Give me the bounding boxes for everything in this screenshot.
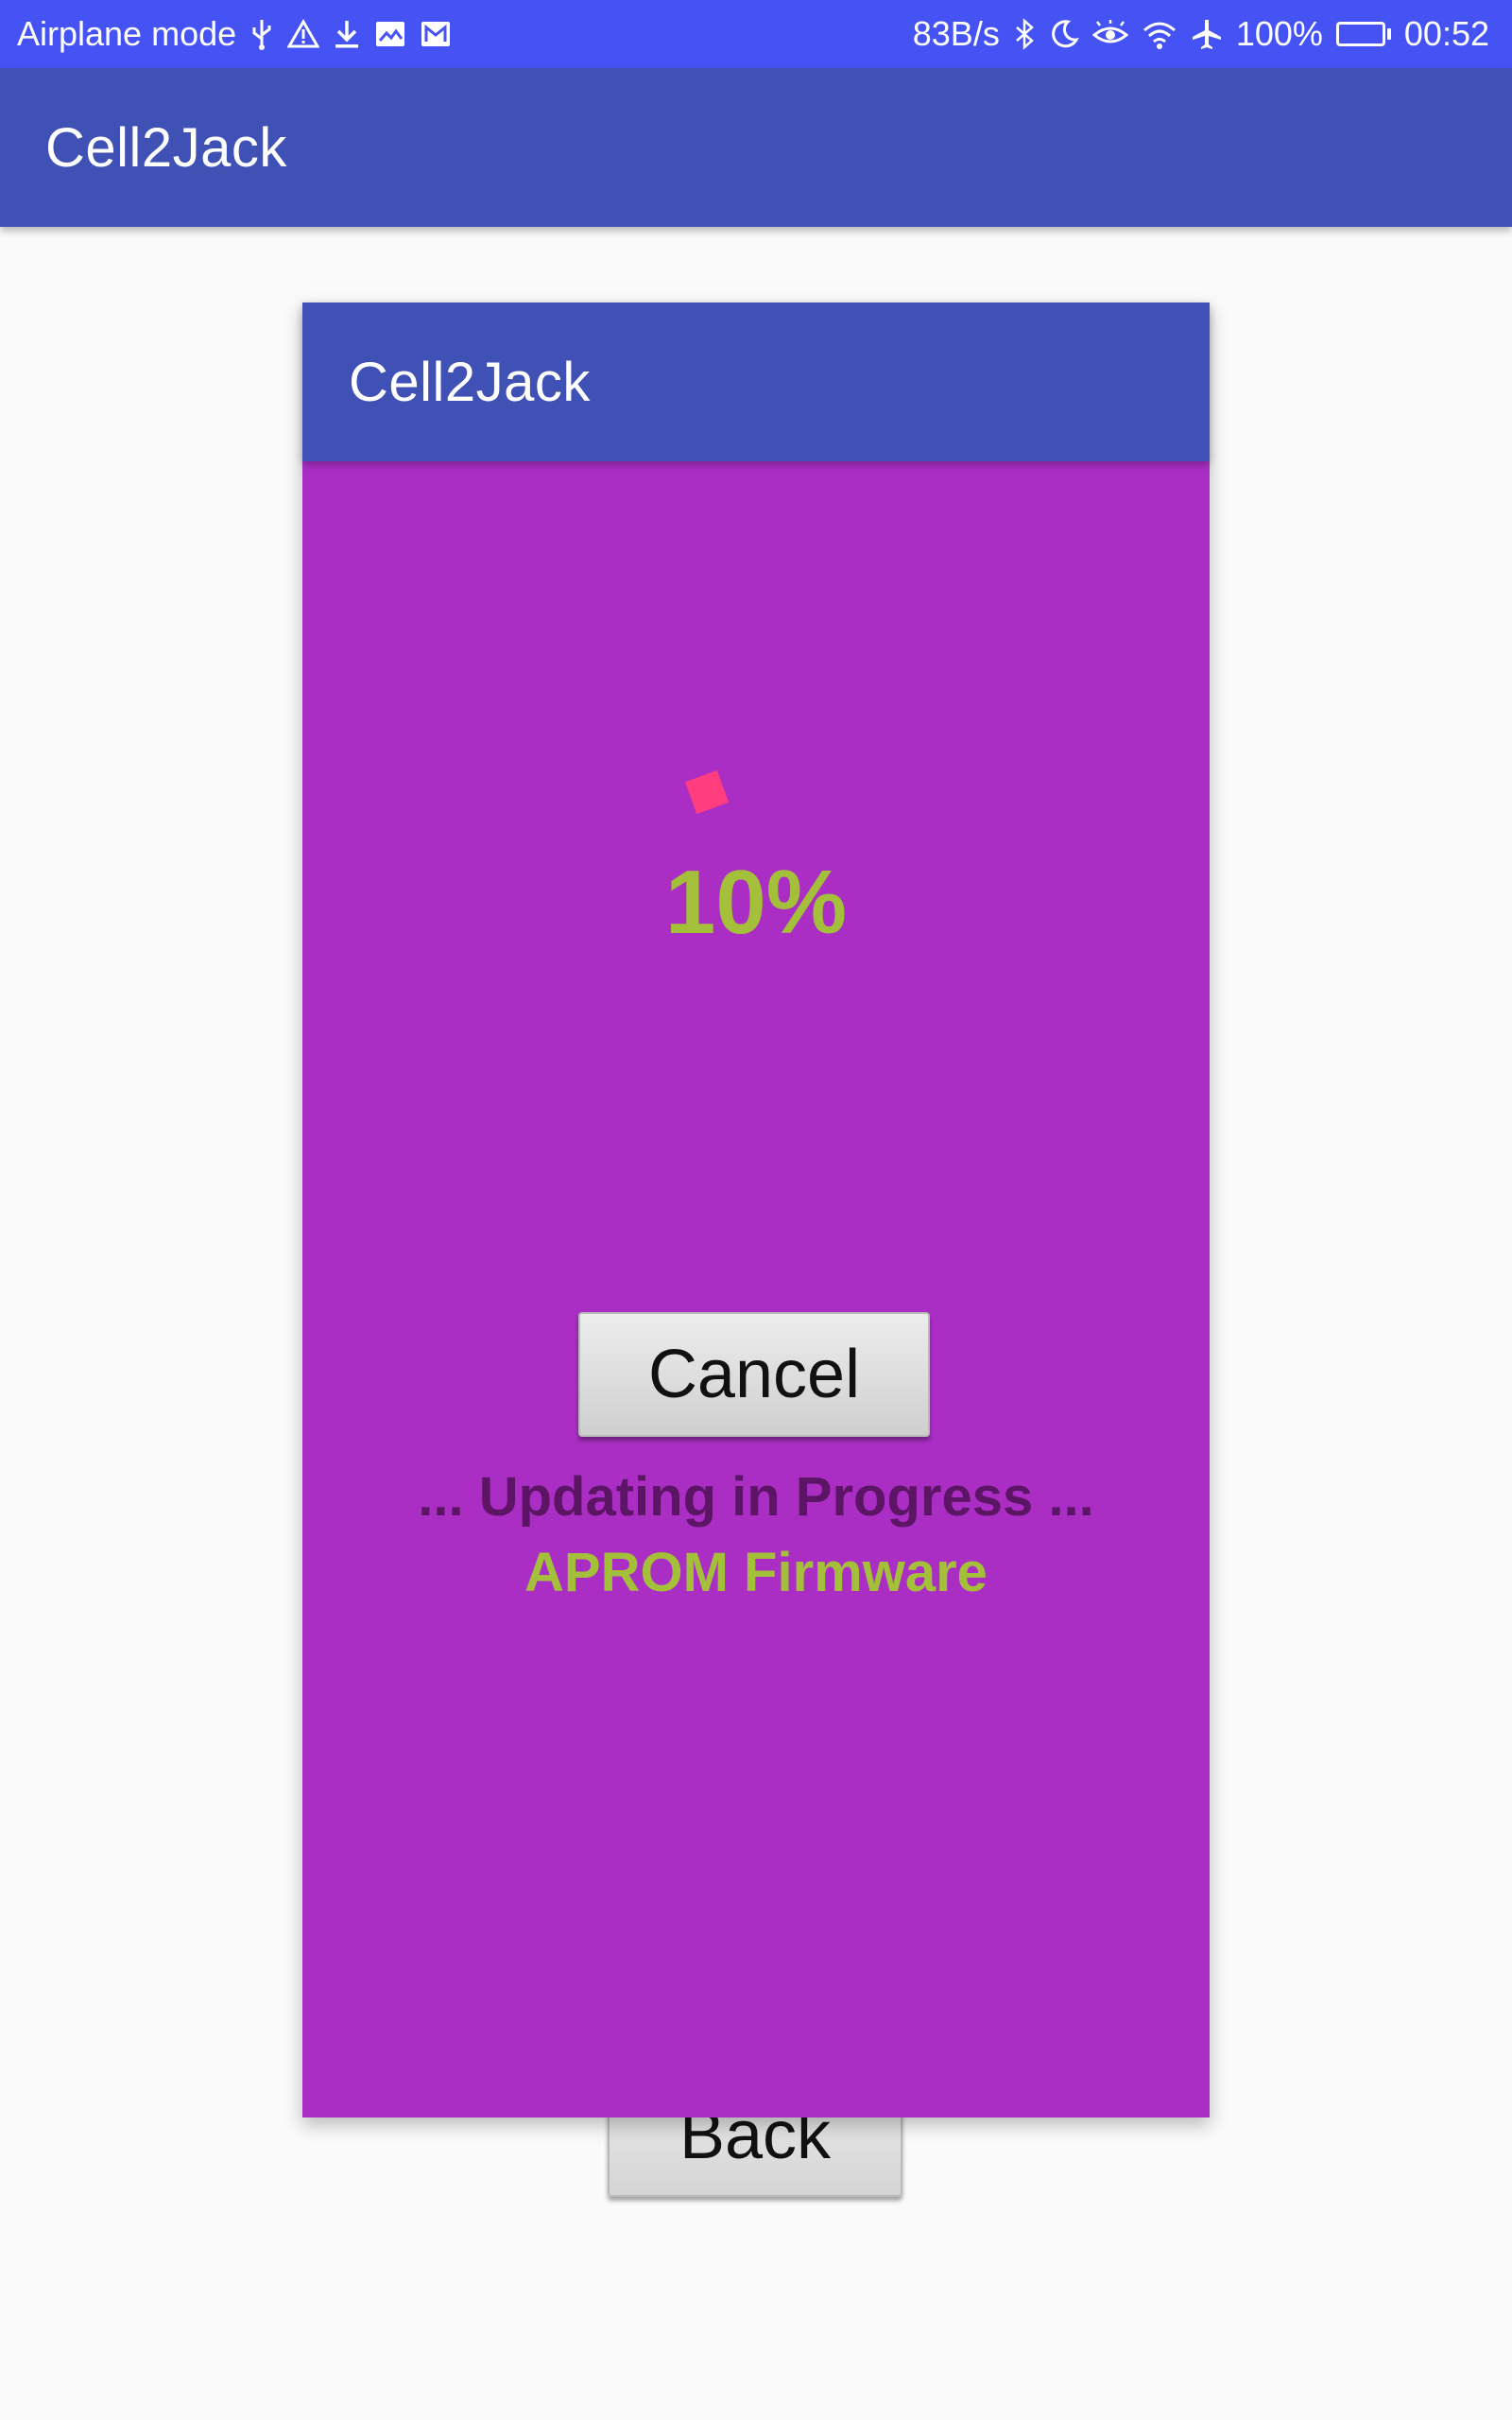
- dialog-title: Cell2Jack: [349, 351, 591, 413]
- battery-percent: 100%: [1235, 14, 1323, 53]
- firmware-type-text: APROM Firmware: [524, 1542, 988, 1603]
- progress-percent: 10%: [664, 852, 848, 953]
- updating-status-text: ... Updating in Progress ...: [418, 1466, 1094, 1528]
- app-title: Cell2Jack: [45, 116, 287, 179]
- gmail-icon: [420, 20, 452, 48]
- airplane-icon: [1191, 18, 1223, 50]
- status-left: Airplane mode: [17, 14, 452, 54]
- moon-icon: [1049, 19, 1079, 49]
- cancel-button[interactable]: Cancel: [578, 1312, 930, 1437]
- status-right: 83B/s 100% 00:52: [913, 14, 1489, 54]
- warning-icon: [287, 19, 320, 49]
- eye-icon: [1091, 20, 1128, 48]
- clock: 00:52: [1403, 14, 1489, 53]
- wifi-icon: [1142, 19, 1177, 49]
- image-icon: [374, 20, 406, 48]
- usb-icon: [249, 18, 274, 50]
- network-speed: 83B/s: [912, 14, 1000, 53]
- status-bar: Airplane mode 83B/s 100% 00:52: [0, 0, 1512, 68]
- update-progress-dialog: Cell2Jack 10% ... Updating in Progress .…: [302, 302, 1210, 2118]
- app-bar: Cell2Jack: [0, 68, 1512, 227]
- airplane-mode-label: Airplane mode: [17, 14, 237, 53]
- bluetooth-icon: [1013, 18, 1036, 50]
- dialog-title-bar: Cell2Jack: [302, 302, 1210, 461]
- download-icon: [333, 18, 361, 50]
- battery-icon: [1335, 22, 1391, 46]
- progress-spinner-icon: [684, 769, 730, 815]
